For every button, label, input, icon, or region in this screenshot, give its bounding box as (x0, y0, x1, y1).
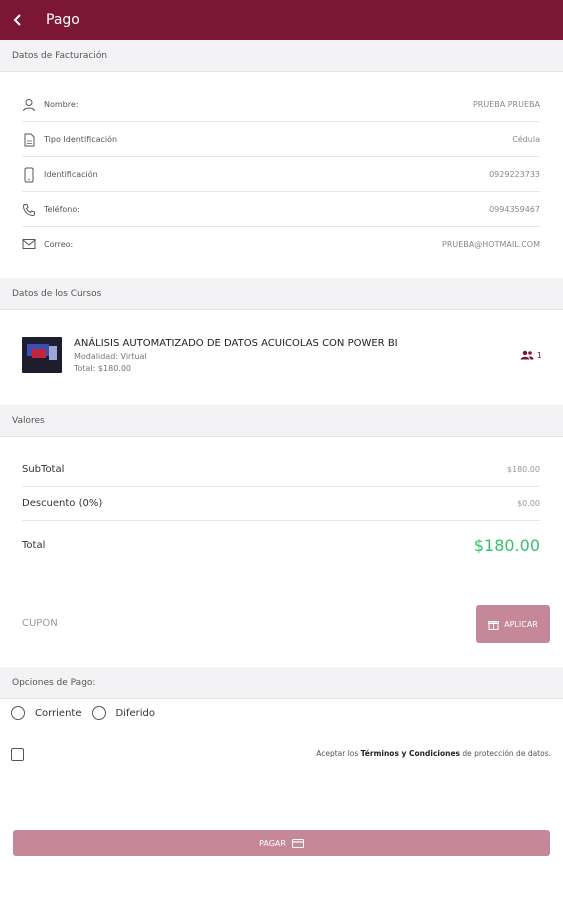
course-item: ANÁLISIS AUTOMATIZADO DE DATOS ACUICOLAS… (22, 330, 542, 380)
app-bar: Pago (0, 0, 563, 40)
billing-value: Cédula (512, 135, 540, 144)
radio-corriente[interactable] (11, 706, 25, 720)
total-row: Total $180.00 (22, 526, 540, 564)
course-modality: Modalidad: Virtual (74, 351, 147, 361)
subtotal-label: SubTotal (22, 464, 65, 475)
payment-option-corriente[interactable]: Corriente (11, 706, 82, 720)
billing-row-id-type: Tipo Identificación Cédula (22, 123, 540, 157)
radio-diferido[interactable] (91, 706, 106, 720)
credit-card-icon (291, 838, 304, 848)
apply-coupon-button[interactable]: APLICAR (476, 605, 550, 643)
course-quantity-value: 1 (536, 350, 542, 360)
gift-icon (488, 620, 500, 630)
billing-value: PRUEBA@HOTMAIL.COM (442, 239, 540, 249)
payment-option-diferido[interactable]: Diferido (91, 706, 156, 720)
billing-label: Tipo Identificación (44, 135, 118, 144)
courses-section-header: Datos de los Cursos (0, 278, 563, 310)
page-title: Pago (46, 12, 80, 28)
user-icon (22, 98, 42, 112)
payment-option-label: Corriente (35, 707, 82, 719)
billing-label: Correo: (44, 239, 74, 249)
coupon-input[interactable]: CUPON (22, 618, 58, 629)
billing-value: 0929223733 (489, 170, 540, 179)
users-icon (520, 350, 534, 360)
total-value: $180.00 (473, 535, 540, 555)
terms-checkbox[interactable] (11, 748, 24, 761)
payment-section-header: Opciones de Pago: (0, 667, 563, 699)
pay-button-label: PAGAR (259, 838, 286, 848)
billing-value: PRUEBA PRUEBA (472, 100, 540, 109)
course-quantity: 1 (520, 350, 542, 360)
discount-value: $0.00 (517, 499, 540, 508)
total-label: Total (22, 539, 46, 551)
subtotal-value: $180.00 (506, 465, 540, 474)
mail-icon (22, 238, 42, 250)
billing-row-id: Identificación 0929223733 (22, 158, 540, 192)
course-thumbnail (22, 337, 62, 373)
payment-option-label: Diferido (115, 707, 156, 719)
phone-icon (22, 167, 42, 183)
discount-label: Descuento (0%) (22, 498, 103, 509)
billing-row-phone: Teléfono: 0994359467 (22, 193, 540, 227)
document-icon (22, 133, 42, 147)
apply-coupon-label: APLICAR (504, 619, 538, 629)
billing-section-header: Datos de Facturación (0, 40, 563, 72)
billing-label: Teléfono: (44, 205, 80, 214)
subtotal-row: SubTotal $180.00 (22, 453, 540, 487)
billing-row-email: Correo: PRUEBA@HOTMAIL.COM (22, 227, 540, 261)
pay-button[interactable]: PAGAR (13, 830, 550, 856)
billing-label: Nombre: (44, 100, 79, 109)
chevron-left-icon (13, 14, 21, 26)
terms-link[interactable]: Términos y Condiciones (361, 749, 460, 758)
billing-row-name: Nombre: PRUEBA PRUEBA (22, 88, 540, 122)
course-title: ANÁLISIS AUTOMATIZADO DE DATOS ACUICOLAS… (74, 337, 398, 349)
payment-options: Corriente Diferido (11, 706, 165, 720)
course-total: Total: $180.00 (74, 363, 132, 373)
billing-label: Identificación (44, 170, 98, 179)
back-button[interactable] (0, 0, 36, 40)
discount-row: Descuento (0%) $0.00 (22, 487, 540, 521)
telephone-icon (22, 203, 42, 217)
terms-text: Aceptar los Términos y Condiciones de pr… (316, 749, 551, 758)
values-section-header: Valores (0, 405, 563, 437)
billing-value: 0994359467 (489, 205, 540, 214)
